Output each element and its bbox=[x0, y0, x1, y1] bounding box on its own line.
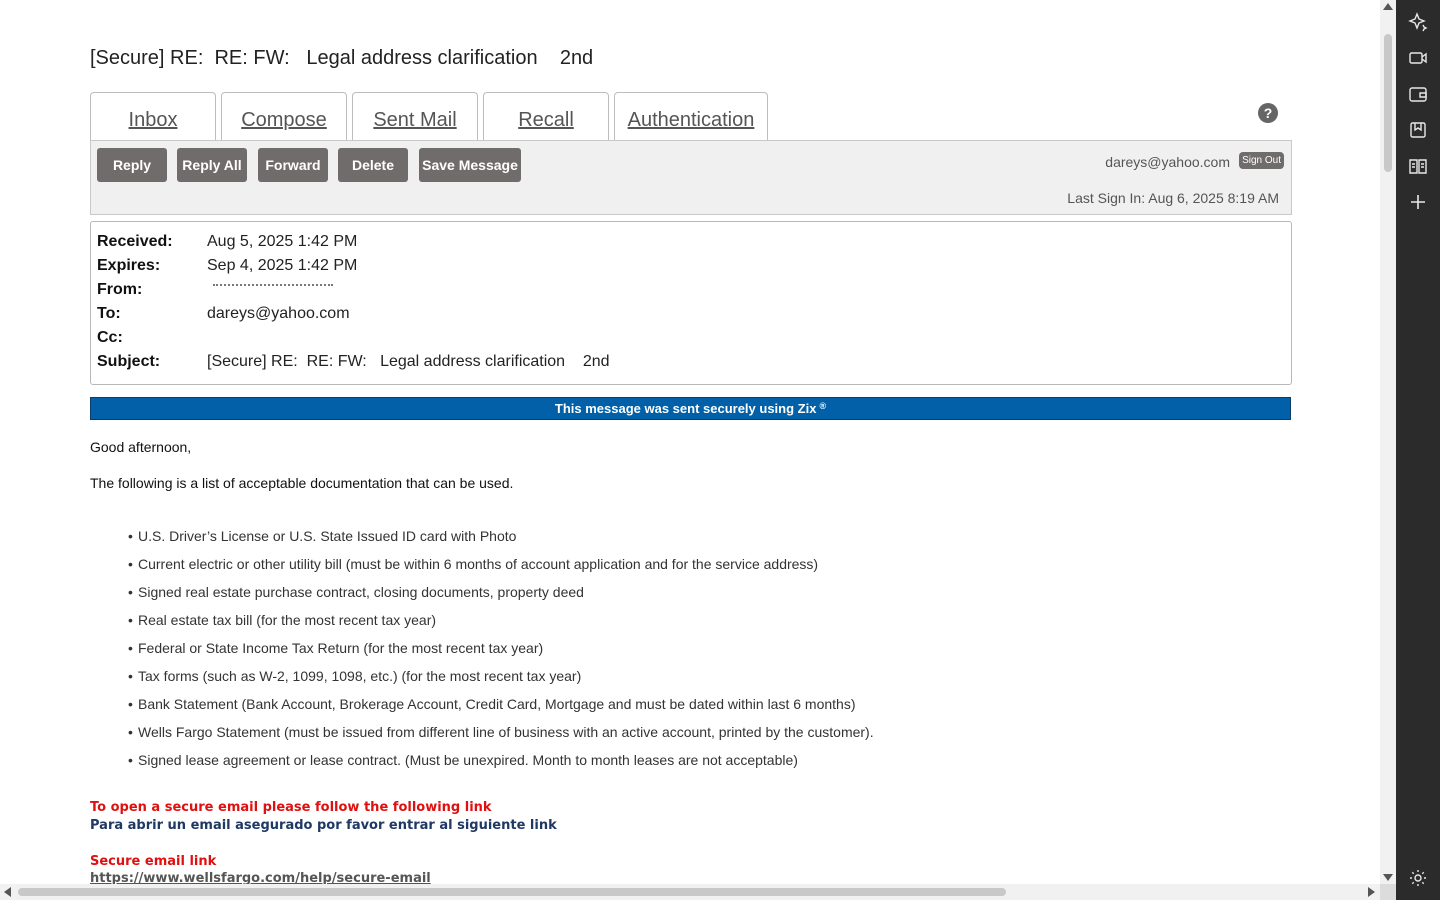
list-item-text: Current electric or other utility bill (… bbox=[138, 556, 819, 572]
vertical-scrollbar[interactable] bbox=[1380, 0, 1396, 884]
tab-inbox[interactable]: Inbox bbox=[90, 92, 216, 141]
list-item: • Bank Statement (Bank Account, Brokerage… bbox=[128, 696, 874, 724]
list-item-text: Wells Fargo Statement (must be issued fr… bbox=[138, 724, 874, 740]
open-link-instruction-es: Para abrir un email asegurado por favor … bbox=[90, 818, 557, 833]
list-item-text: Signed lease agreement or lease contract… bbox=[138, 752, 798, 768]
email-viewer: [Secure] RE: RE: FW: Legal address clari… bbox=[0, 0, 1380, 884]
horizontal-scroll-thumb[interactable] bbox=[18, 888, 1006, 896]
tab-bar: Inbox Compose Sent Mail Recall Authentic… bbox=[90, 92, 768, 141]
list-item: • Current electric or other utility bill … bbox=[128, 556, 874, 584]
bullet-icon: • bbox=[128, 584, 133, 600]
expires-label: Expires: bbox=[97, 257, 161, 274]
list-item-text: Signed real estate purchase contract, cl… bbox=[138, 584, 584, 600]
horizontal-scrollbar[interactable] bbox=[0, 884, 1380, 900]
help-icon[interactable]: ? bbox=[1258, 103, 1278, 123]
list-item: • U.S. Driver’s License or U.S. State Iss… bbox=[128, 528, 874, 556]
scroll-up-icon[interactable] bbox=[1383, 3, 1393, 10]
secure-email-link[interactable]: https://www.wellsfargo.com/help/secure-e… bbox=[90, 871, 431, 884]
scrollbar-corner bbox=[1380, 884, 1396, 900]
scroll-right-icon[interactable] bbox=[1368, 887, 1375, 897]
message-headers: Received: Aug 5, 2025 1:42 PM Expires: S… bbox=[90, 221, 1292, 385]
user-email: dareys@yahoo.com bbox=[1105, 154, 1230, 170]
to-value: dareys@yahoo.com bbox=[207, 305, 350, 322]
list-item: • Signed real estate purchase contract, c… bbox=[128, 584, 874, 612]
redacted-sender bbox=[213, 284, 333, 287]
bullet-icon: • bbox=[128, 724, 133, 740]
list-item-text: Real estate tax bill (for the most recen… bbox=[138, 612, 437, 628]
wallet-icon[interactable] bbox=[1408, 84, 1428, 104]
list-item-text: Federal or State Income Tax Return (for … bbox=[138, 640, 544, 656]
cc-label: Cc: bbox=[97, 329, 123, 346]
expires-value: Sep 4, 2025 1:42 PM bbox=[207, 257, 358, 274]
bullet-icon: • bbox=[128, 668, 133, 684]
bullet-icon: • bbox=[128, 528, 133, 544]
received-value: Aug 5, 2025 1:42 PM bbox=[207, 233, 358, 250]
page-title: [Secure] RE: RE: FW: Legal address clari… bbox=[90, 47, 594, 69]
subject-value: [Secure] RE: RE: FW: Legal address clari… bbox=[207, 353, 610, 370]
browser-side-panel bbox=[1396, 0, 1440, 900]
scroll-down-icon[interactable] bbox=[1383, 874, 1393, 881]
received-label: Received: bbox=[97, 233, 173, 250]
registered-mark: ® bbox=[819, 400, 827, 411]
tab-authentication[interactable]: Authentication bbox=[614, 92, 768, 141]
open-link-instruction-en: To open a secure email please follow the… bbox=[90, 800, 492, 815]
delete-button[interactable]: Delete bbox=[338, 148, 408, 182]
reply-all-button[interactable]: Reply All bbox=[177, 148, 247, 182]
to-row: To: dareys@yahoo.com bbox=[97, 305, 350, 329]
save-message-button[interactable]: Save Message bbox=[419, 148, 521, 182]
list-item-text: Tax forms (such as W-2, 1099, 1098, etc.… bbox=[138, 668, 582, 684]
tab-sent-mail[interactable]: Sent Mail bbox=[352, 92, 478, 141]
bullet-icon: • bbox=[128, 696, 133, 712]
from-label: From: bbox=[97, 281, 143, 298]
secure-banner: This message was sent securely using Zix… bbox=[90, 397, 1291, 420]
intro-text: The following is a list of acceptable do… bbox=[90, 475, 514, 491]
tab-recall[interactable]: Recall bbox=[483, 92, 609, 141]
sign-out-button[interactable]: Sign Out bbox=[1239, 152, 1284, 169]
expires-row: Expires: Sep 4, 2025 1:42 PM bbox=[97, 257, 357, 281]
secure-link-label: Secure email link bbox=[90, 854, 217, 869]
from-row: From: bbox=[97, 281, 333, 305]
bookmark-icon[interactable] bbox=[1408, 120, 1428, 140]
vertical-scroll-thumb[interactable] bbox=[1384, 34, 1392, 172]
list-item: • Real estate tax bill (for the most rece… bbox=[128, 612, 874, 640]
to-label: To: bbox=[97, 305, 121, 322]
list-item: • Wells Fargo Statement (must be issued f… bbox=[128, 724, 874, 752]
reader-icon[interactable] bbox=[1408, 156, 1428, 176]
list-item: • Signed lease agreement or lease contrac… bbox=[128, 752, 874, 780]
list-item-text: Bank Statement (Bank Account, Brokerage … bbox=[138, 696, 856, 712]
bullet-icon: • bbox=[128, 556, 133, 572]
reply-button[interactable]: Reply bbox=[97, 148, 167, 182]
secure-banner-text: This message was sent securely using Zix bbox=[554, 401, 817, 416]
video-icon[interactable] bbox=[1408, 48, 1428, 68]
forward-button[interactable]: Forward bbox=[258, 148, 328, 182]
bullet-icon: • bbox=[128, 640, 133, 656]
subject-row: Subject: [Secure] RE: RE: FW: Legal addr… bbox=[97, 353, 610, 377]
message-toolbar: Reply Reply All Forward Delete Save Mess… bbox=[90, 140, 1292, 215]
last-sign-in: Last Sign In: Aug 6, 2025 8:19 AM bbox=[1067, 190, 1279, 206]
cc-row: Cc: bbox=[97, 329, 207, 353]
list-item-text: U.S. Driver’s License or U.S. State Issu… bbox=[138, 528, 517, 544]
plus-icon[interactable] bbox=[1408, 192, 1428, 212]
greeting: Good afternoon, bbox=[90, 439, 192, 455]
scroll-left-icon[interactable] bbox=[4, 887, 11, 897]
received-row: Received: Aug 5, 2025 1:42 PM bbox=[97, 233, 357, 257]
tab-compose[interactable]: Compose bbox=[221, 92, 347, 141]
list-item: • Federal or State Income Tax Return (for… bbox=[128, 640, 874, 668]
bullet-icon: • bbox=[128, 752, 133, 768]
bullet-icon: • bbox=[128, 612, 133, 628]
list-item: • Tax forms (such as W-2, 1099, 1098, etc… bbox=[128, 668, 874, 696]
subject-label: Subject: bbox=[97, 353, 161, 370]
settings-icon[interactable] bbox=[1408, 868, 1428, 888]
documentation-list: • U.S. Driver’s License or U.S. State Iss… bbox=[128, 528, 874, 780]
sparkle-icon[interactable] bbox=[1408, 12, 1428, 32]
